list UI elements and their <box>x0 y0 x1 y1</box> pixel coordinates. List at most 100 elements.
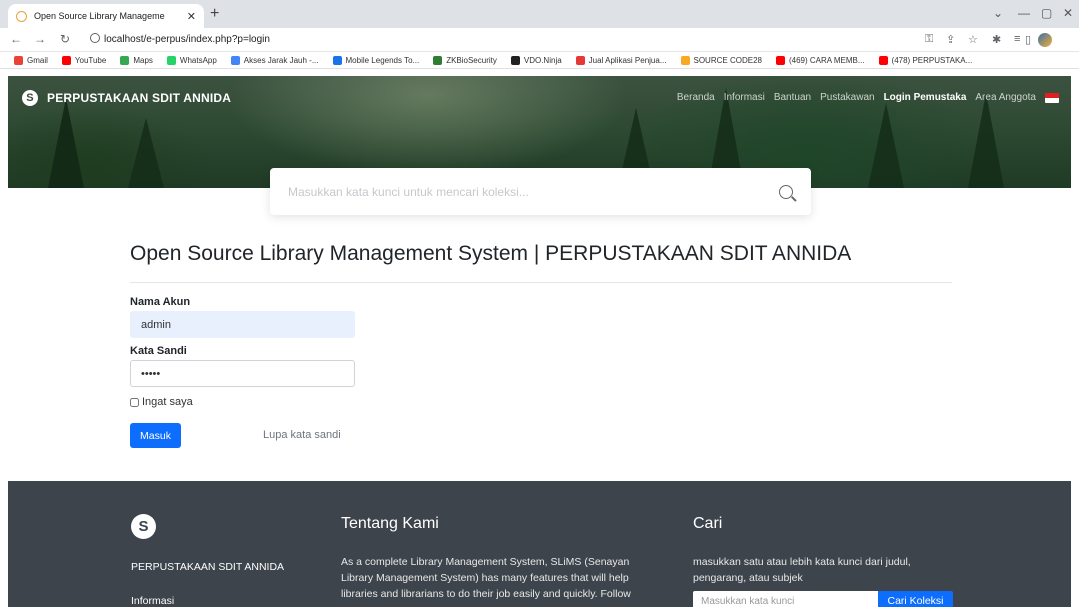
bookmarks-bar: Gmail YouTube Maps WhatsApp Akses Jarak Jauh… <box>0 52 1079 69</box>
remember-me-checkbox[interactable] <box>130 397 139 407</box>
browser-tab[interactable]: Open Source Library Manageme ✕ <box>8 4 204 28</box>
bookmark-favicon-icon <box>510 55 520 65</box>
login-button[interactable]: Masuk <box>130 423 181 448</box>
bookmark-favicon-icon <box>680 55 690 65</box>
site-footer: S PERPUSTAKAAN SDIT ANNIDA Informasi Ten… <box>8 481 1071 607</box>
bookmark-item[interactable]: Jual Aplikasi Penjua... <box>575 55 667 65</box>
about-line: Library Management System) has many feat… <box>341 572 629 584</box>
bookmark-favicon-icon <box>878 55 888 65</box>
language-flag-icon[interactable] <box>1045 92 1059 103</box>
bookmark-item[interactable]: (469) CARA MEMB... <box>775 55 865 65</box>
bookmark-favicon-icon <box>575 55 585 65</box>
bookmark-favicon-icon <box>775 55 785 65</box>
bookmark-label: SOURCE CODE28 <box>693 55 762 65</box>
collection-search-input[interactable] <box>288 184 779 199</box>
close-window-icon[interactable]: ✕ <box>1063 6 1073 20</box>
bookmark-item[interactable]: SOURCE CODE28 <box>680 55 762 65</box>
bookmark-item[interactable]: (478) PERPUSTAKA... <box>878 55 973 65</box>
url-field[interactable]: localhost/e-perpus/index.php?p=login <box>104 34 270 45</box>
username-label: Nama Akun <box>130 296 191 308</box>
site-brand[interactable]: S PERPUSTAKAAN SDIT ANNIDA <box>22 90 231 106</box>
password-field[interactable] <box>130 360 355 387</box>
username-field[interactable] <box>130 311 355 338</box>
extensions-icon[interactable]: ✱ <box>992 33 1001 46</box>
forward-icon[interactable]: → <box>34 32 46 46</box>
bookmark-item[interactable]: YouTube <box>61 55 107 65</box>
bookmark-item[interactable]: Maps <box>120 55 153 65</box>
main-nav: Beranda Informasi Bantuan Pustakawan Log… <box>668 92 1059 103</box>
bookmark-favicon-icon <box>61 55 71 65</box>
search-help-line: pengarang, atau subjek <box>693 572 803 584</box>
bookmark-item[interactable]: WhatsApp <box>166 55 217 65</box>
bookmark-favicon-icon <box>14 55 23 65</box>
about-text: As a complete Library Management System,… <box>341 554 681 602</box>
nav-pustakawan[interactable]: Pustakawan <box>820 92 874 103</box>
minimize-icon[interactable]: — <box>1018 6 1030 20</box>
brand-name: PERPUSTAKAAN SDIT ANNIDA <box>47 91 232 105</box>
reading-list-icon[interactable]: ≡ <box>1014 33 1020 45</box>
nav-bantuan[interactable]: Bantuan <box>774 92 811 103</box>
nav-login-pemustaka[interactable]: Login Pemustaka <box>884 92 967 103</box>
bookmark-label: VDO.Ninja <box>523 55 562 65</box>
footer-search-button[interactable]: Cari Koleksi <box>878 591 953 607</box>
key-icon[interactable]: ⚿ <box>925 33 933 46</box>
tab-title: Open Source Library Manageme <box>34 11 165 21</box>
footer-search-input[interactable] <box>693 591 878 607</box>
bookmark-favicon-icon <box>166 55 176 65</box>
bookmark-label: (469) CARA MEMB... <box>788 55 865 65</box>
bookmark-label: Mobile Legends To... <box>345 55 420 65</box>
bookmark-item[interactable]: VDO.Ninja <box>510 55 562 65</box>
password-label: Kata Sandi <box>130 345 187 357</box>
reload-icon[interactable]: ↻ <box>60 32 70 46</box>
nav-beranda[interactable]: Beranda <box>677 92 715 103</box>
site-info-icon[interactable] <box>90 33 100 43</box>
bookmark-label: Maps <box>133 55 153 65</box>
about-line: libraries and librarians to do their job… <box>341 588 631 600</box>
profile-avatar[interactable] <box>1038 33 1052 47</box>
bookmark-favicon-icon <box>230 55 240 65</box>
bookmark-favicon-icon <box>120 55 130 65</box>
remember-me[interactable]: Ingat saya <box>130 396 193 408</box>
bookmark-favicon-icon <box>332 55 342 65</box>
search-icon[interactable] <box>779 184 793 199</box>
bookmark-favicon-icon <box>433 55 443 65</box>
bookmark-label: WhatsApp <box>179 55 217 65</box>
collection-search <box>270 168 811 215</box>
about-title: Tentang Kami <box>341 515 439 532</box>
bookmark-item[interactable]: ZKBioSecurity <box>433 55 497 65</box>
bookmark-label: YouTube <box>74 55 107 65</box>
bookmark-item[interactable]: Gmail <box>14 55 48 65</box>
search-title: Cari <box>693 515 723 532</box>
bookmark-item[interactable]: Mobile Legends To... <box>332 55 420 65</box>
side-panel-icon[interactable]: ▯ <box>1025 33 1031 46</box>
slims-logo-icon: S <box>22 90 38 106</box>
bookmark-label: Jual Aplikasi Penjua... <box>588 55 667 65</box>
footer-info-link[interactable]: Informasi <box>131 595 174 607</box>
tab-search-icon[interactable]: ⌄ <box>993 6 1003 20</box>
star-icon[interactable]: ☆ <box>968 33 978 46</box>
bookmark-item[interactable]: Akses Jarak Jauh -... <box>230 55 319 65</box>
back-icon[interactable]: ← <box>10 32 22 46</box>
footer-brand: PERPUSTAKAAN SDIT ANNIDA <box>131 561 285 573</box>
restore-icon[interactable]: ▢ <box>1041 6 1052 20</box>
page-title: Open Source Library Management System | … <box>130 242 852 265</box>
browser-tab-bar: Open Source Library Manageme ✕ + ⌄ — ▢ ✕ <box>0 0 1079 28</box>
remember-me-label: Ingat saya <box>142 396 193 408</box>
forgot-password-link[interactable]: Lupa kata sandi <box>263 429 341 441</box>
bookmark-label: Akses Jarak Jauh -... <box>243 55 319 65</box>
footer-logo-icon: S <box>131 514 156 539</box>
search-help-text: masukkan satu atau lebih kata kunci dari… <box>693 554 993 586</box>
nav-area-anggota[interactable]: Area Anggota <box>975 92 1036 103</box>
bookmark-label: Gmail <box>27 55 48 65</box>
close-tab-icon[interactable]: ✕ <box>187 10 196 23</box>
about-line: As a complete Library Management System,… <box>341 556 630 568</box>
divider <box>130 282 952 283</box>
new-tab-icon[interactable]: + <box>210 5 219 23</box>
search-help-line: masukkan satu atau lebih kata kunci dari… <box>693 556 911 568</box>
address-bar-row: ← → ↻ localhost/e-perpus/index.php?p=log… <box>0 28 1079 52</box>
tab-favicon-icon <box>16 10 27 22</box>
bookmark-label: (478) PERPUSTAKA... <box>891 55 973 65</box>
share-icon[interactable]: ⇪ <box>946 33 955 46</box>
nav-informasi[interactable]: Informasi <box>724 92 765 103</box>
bookmark-label: ZKBioSecurity <box>446 55 497 65</box>
